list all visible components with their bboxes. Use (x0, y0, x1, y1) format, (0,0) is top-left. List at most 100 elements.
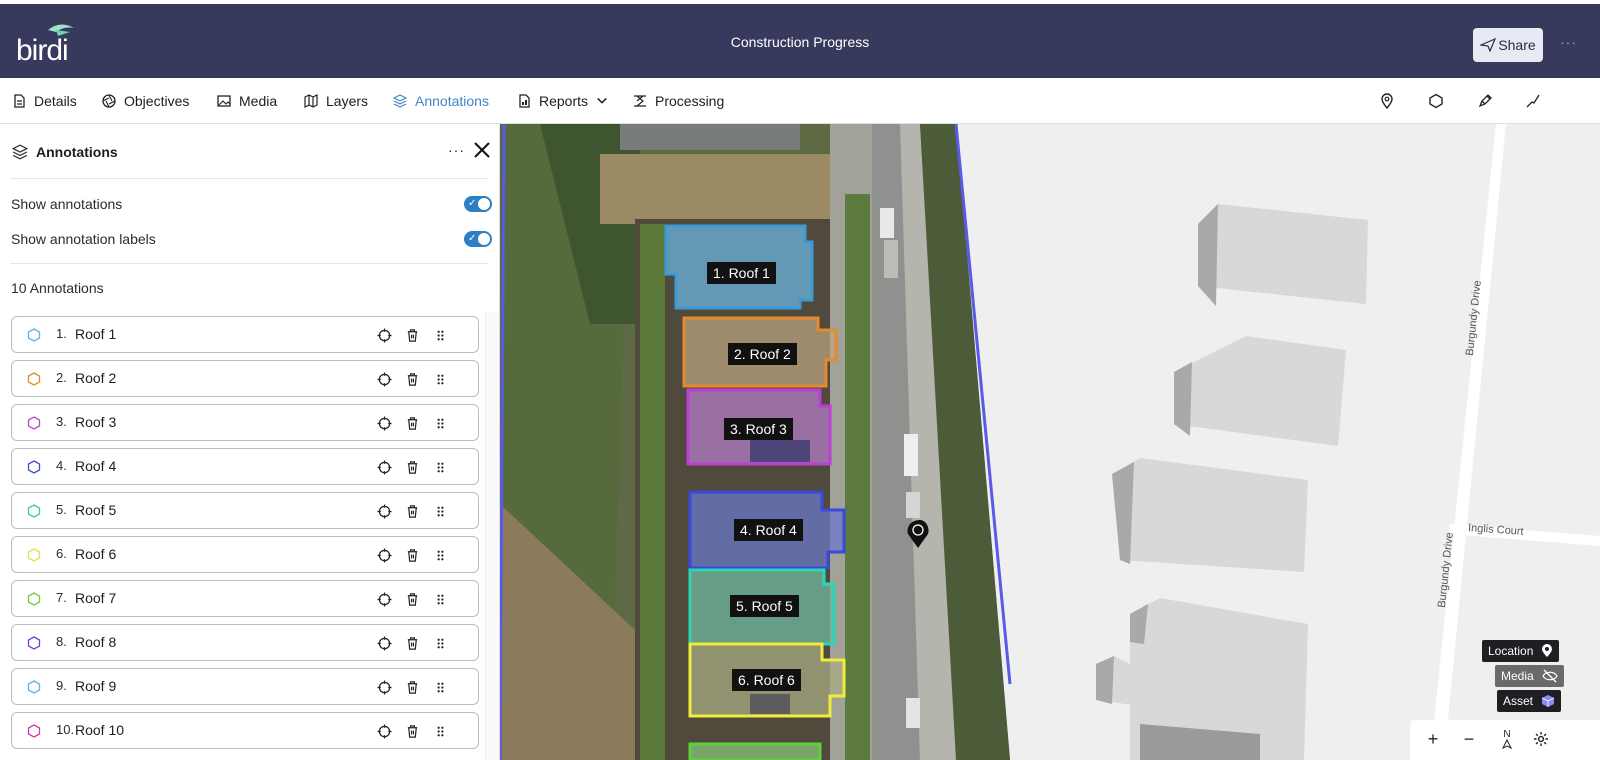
panel-close-button[interactable] (472, 140, 492, 160)
locate-button[interactable] (375, 722, 393, 740)
delete-button[interactable] (403, 458, 421, 476)
polygon-tool[interactable] (1426, 91, 1446, 111)
locate-button[interactable] (375, 414, 393, 432)
annotation-item[interactable]: 6. Roof 6 (11, 536, 479, 573)
zoom-out-button[interactable]: − (1458, 728, 1480, 750)
annotation-item[interactable]: 1. Roof 1 (11, 316, 479, 353)
annotation-number: 2. (56, 370, 67, 385)
locate-button[interactable] (375, 502, 393, 520)
compass-north-label: N (1503, 728, 1511, 740)
trash-icon (407, 636, 417, 650)
delete-button[interactable] (403, 546, 421, 564)
scrollbar[interactable] (485, 312, 499, 760)
document-icon (14, 94, 25, 108)
locate-button[interactable] (375, 634, 393, 652)
panel-more-button[interactable]: ··· (448, 142, 465, 158)
line-tool[interactable] (1523, 91, 1543, 111)
drag-handle[interactable] (431, 722, 449, 740)
show-labels-toggle[interactable]: ✓ (464, 231, 492, 247)
annotation-item[interactable]: 7. Roof 7 (11, 580, 479, 617)
compass-button[interactable]: N (1496, 728, 1518, 750)
annotation-item[interactable]: 10. Roof 10 (11, 712, 479, 749)
tab-reports[interactable]: Reports (517, 78, 608, 124)
header-more-button[interactable]: ··· (1560, 34, 1577, 50)
tab-layers[interactable]: Layers (304, 78, 368, 124)
polygon-icon (27, 636, 41, 650)
annotation-number: 9. (56, 678, 67, 693)
tab-objectives[interactable]: Objectives (102, 78, 189, 124)
annotation-item[interactable]: 2. Roof 2 (11, 360, 479, 397)
share-plane-icon (1480, 38, 1497, 52)
annotation-name: Roof 2 (75, 370, 117, 386)
annotation-item[interactable]: 3. Roof 3 (11, 404, 479, 441)
annotation-item[interactable]: 5. Roof 5 (11, 492, 479, 529)
annotation-number: 7. (56, 590, 67, 605)
pen-tool[interactable] (1475, 91, 1495, 111)
crosshair-icon (376, 415, 392, 431)
polygon-icon (27, 460, 41, 474)
drag-dots-icon (437, 726, 443, 736)
delete-button[interactable] (403, 590, 421, 608)
show-annotations-toggle[interactable]: ✓ (464, 196, 492, 212)
trash-icon (407, 460, 417, 474)
tab-processing[interactable]: Processing (633, 78, 724, 124)
roof-label[interactable]: 3. Roof 3 (724, 418, 793, 440)
delete-button[interactable] (403, 678, 421, 696)
delete-button[interactable] (403, 370, 421, 388)
annotation-name: Roof 9 (75, 678, 117, 694)
zoom-in-button[interactable]: + (1422, 728, 1444, 750)
drag-handle[interactable] (431, 546, 449, 564)
trash-icon (407, 328, 417, 342)
roof-label[interactable]: 4. Roof 4 (734, 519, 803, 541)
roof-label[interactable]: 5. Roof 5 (730, 595, 799, 617)
roof-label[interactable]: 2. Roof 2 (728, 343, 797, 365)
tab-details-label: Details (34, 93, 77, 109)
layers-icon (393, 94, 407, 108)
drag-handle[interactable] (431, 678, 449, 696)
crosshair-icon (376, 547, 392, 563)
delete-button[interactable] (403, 634, 421, 652)
annotation-name: Roof 6 (75, 546, 117, 562)
gear-icon (1534, 732, 1548, 746)
tab-annotations[interactable]: Annotations (393, 78, 489, 124)
roof-label[interactable]: 1. Roof 1 (707, 262, 776, 284)
locate-button[interactable] (375, 590, 393, 608)
drag-handle[interactable] (431, 414, 449, 432)
locate-button[interactable] (375, 546, 393, 564)
annotation-number: 3. (56, 414, 67, 429)
aperture-icon (102, 94, 116, 108)
annotation-item[interactable]: 9. Roof 9 (11, 668, 479, 705)
tab-details[interactable]: Details (12, 78, 77, 124)
tab-media[interactable]: Media (217, 78, 277, 124)
crosshair-icon (376, 635, 392, 651)
locate-button[interactable] (375, 678, 393, 696)
legend-media-button[interactable]: Media (1495, 665, 1564, 687)
legend-asset-button[interactable]: Asset (1497, 690, 1562, 712)
drag-handle[interactable] (431, 502, 449, 520)
annotation-name: Roof 4 (75, 458, 117, 474)
map-viewport[interactable]: 1. Roof 1 2. Roof 2 3. Roof 3 4. Roof 4 … (500, 124, 1600, 760)
drag-handle[interactable] (431, 370, 449, 388)
legend-location-button[interactable]: Location (1482, 640, 1560, 662)
drag-handle[interactable] (431, 326, 449, 344)
locate-button[interactable] (375, 458, 393, 476)
drag-handle[interactable] (431, 590, 449, 608)
locate-button[interactable] (375, 326, 393, 344)
delete-button[interactable] (403, 722, 421, 740)
eye-off-icon (1541, 669, 1558, 683)
share-button[interactable]: Share (1473, 28, 1543, 62)
annotation-item[interactable]: 4. Roof 4 (11, 448, 479, 485)
delete-button[interactable] (403, 502, 421, 520)
map-settings-button[interactable] (1530, 728, 1552, 750)
location-pin-tool[interactable] (1377, 91, 1397, 111)
drag-handle[interactable] (431, 634, 449, 652)
report-icon (519, 94, 530, 108)
locate-button[interactable] (375, 370, 393, 388)
roof-label[interactable]: 6. Roof 6 (732, 669, 801, 691)
delete-button[interactable] (403, 326, 421, 344)
polygon-icon (1429, 93, 1443, 109)
delete-button[interactable] (403, 414, 421, 432)
polygon-icon (27, 504, 41, 518)
annotation-item[interactable]: 8. Roof 8 (11, 624, 479, 661)
drag-handle[interactable] (431, 458, 449, 476)
